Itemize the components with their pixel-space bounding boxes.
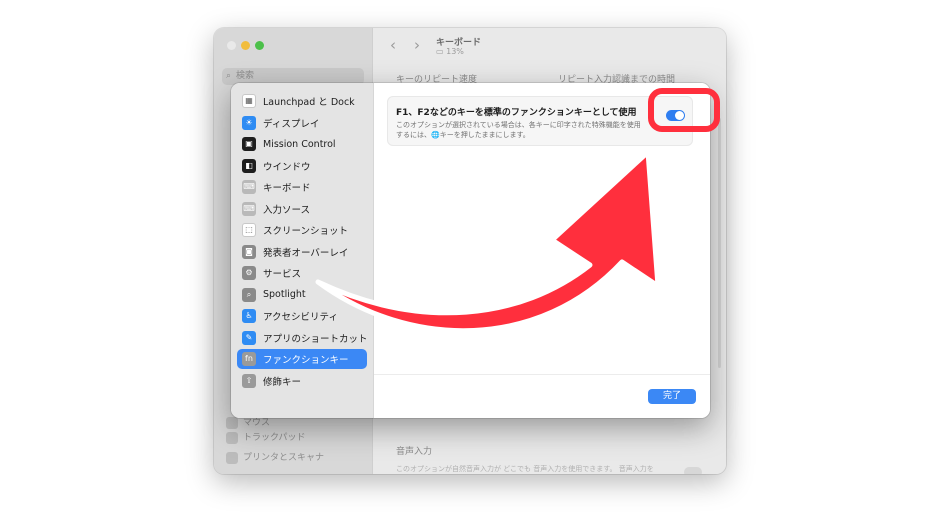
- annotation-arrow-shape: [315, 149, 661, 334]
- annotation-arrow: [315, 149, 661, 334]
